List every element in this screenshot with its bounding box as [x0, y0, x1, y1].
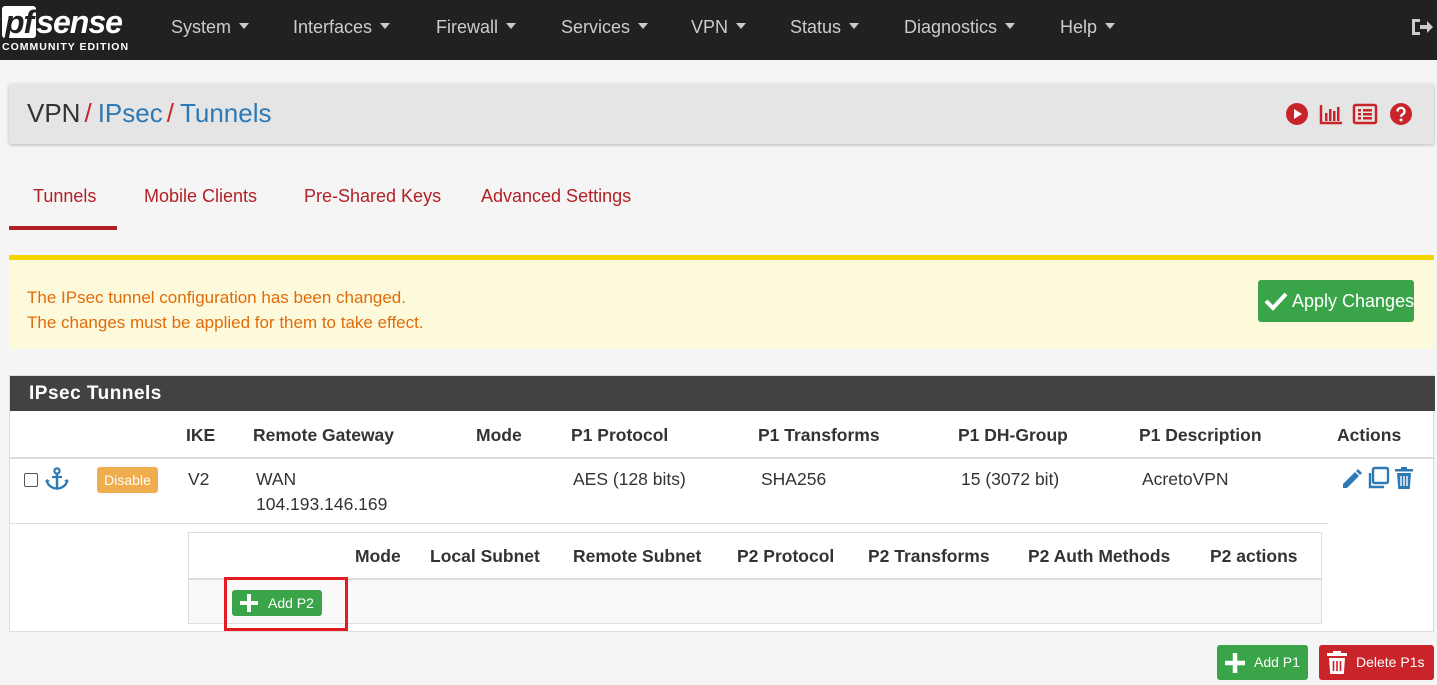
chevron-down-icon: [380, 23, 391, 30]
col-actions: Actions: [1337, 425, 1402, 445]
edition-label: COMMUNITY EDITION: [2, 41, 130, 53]
chevron-down-icon: [239, 23, 250, 30]
play-circle-icon[interactable]: [1284, 101, 1310, 127]
cell-p1-description: AcretoVPN: [1142, 469, 1229, 489]
tunnel-select-checkbox[interactable]: [24, 473, 38, 487]
p2-col-auth-methods: P2 Auth Methods: [1028, 546, 1171, 566]
nav-vpn[interactable]: VPN: [691, 0, 747, 60]
p2-col-transforms: P2 Transforms: [868, 546, 990, 566]
header-divider: [10, 457, 1435, 459]
cell-gateway-ip: 104.193.146.169: [256, 494, 388, 514]
logo-pf-text: pf: [2, 6, 37, 38]
disable-button[interactable]: Disable: [97, 467, 158, 493]
nav-status-label: Status: [790, 17, 842, 37]
chevron-down-icon: [638, 23, 649, 30]
p2-col-actions: P2 actions: [1210, 546, 1298, 566]
breadcrumb-tunnels-link[interactable]: Tunnels: [180, 98, 272, 128]
bar-chart-icon[interactable]: [1318, 101, 1344, 127]
pfsense-logo[interactable]: pfsense COMMUNITY EDITION: [2, 4, 137, 56]
col-ike: IKE: [186, 425, 216, 445]
nav-services-label: Services: [561, 17, 631, 37]
top-navbar: pfsense COMMUNITY EDITION System Interfa…: [0, 0, 1437, 60]
col-p1-dh-group: P1 DH-Group: [958, 425, 1068, 445]
breadcrumb-ipsec-link[interactable]: IPsec: [98, 98, 163, 128]
p2-row: [189, 580, 1321, 623]
nav-system-label: System: [171, 17, 232, 37]
nav-services[interactable]: Services: [561, 0, 649, 60]
breadcrumb-separator: /: [84, 98, 92, 128]
active-tab-indicator: [9, 226, 117, 230]
col-p1-transforms: P1 Transforms: [758, 425, 880, 445]
cell-ike: V2: [188, 469, 210, 489]
breadcrumb-vpn: VPN: [27, 98, 81, 128]
chevron-down-icon: [506, 23, 517, 30]
edit-pencil-icon[interactable]: [1339, 465, 1363, 491]
chevron-down-icon: [1005, 23, 1016, 30]
nav-vpn-label: VPN: [691, 17, 729, 37]
changes-alert: The IPsec tunnel configuration has been …: [9, 255, 1434, 349]
nav-diagnostics[interactable]: Diagnostics: [904, 0, 1016, 60]
logo-sense-text: sense: [36, 4, 123, 40]
cell-p1-transforms: SHA256: [761, 469, 827, 489]
nav-help[interactable]: Help: [1060, 0, 1116, 60]
chevron-down-icon: [736, 23, 747, 30]
delete-p1s-button[interactable]: Delete P1s: [1319, 645, 1434, 680]
nav-firewall-label: Firewall: [436, 17, 499, 37]
panel-heading: IPsec Tunnels: [10, 376, 1435, 411]
p2-col-protocol: P2 Protocol: [737, 546, 835, 566]
plus-icon: [1225, 653, 1245, 673]
apply-changes-button[interactable]: Apply Changes: [1258, 280, 1414, 322]
p2-col-remote-subnet: Remote Subnet: [573, 546, 702, 566]
check-icon: [1264, 292, 1288, 311]
breadcrumb-panel: VPN / IPsec / Tunnels: [9, 84, 1434, 144]
breadcrumb: VPN / IPsec / Tunnels: [27, 98, 272, 129]
ipsec-tunnels-panel: IPsec Tunnels IKE Remote Gateway Mode P1…: [9, 375, 1435, 632]
col-p1-protocol: P1 Protocol: [571, 425, 669, 445]
nav-system[interactable]: System: [171, 0, 250, 60]
row-divider: [10, 523, 1328, 524]
anchor-icon[interactable]: [44, 466, 70, 492]
breadcrumb-separator: /: [166, 98, 174, 128]
nav-status[interactable]: Status: [790, 0, 860, 60]
alert-line-2: The changes must be applied for them to …: [27, 313, 424, 332]
logout-icon[interactable]: [1409, 14, 1435, 40]
nav-interfaces[interactable]: Interfaces: [293, 0, 391, 60]
phase2-table: Mode Local Subnet Remote Subnet P2 Proto…: [188, 532, 1322, 631]
tab-pre-shared-keys[interactable]: Pre-Shared Keys: [304, 186, 441, 207]
delete-p1s-label: Delete P1s: [1356, 654, 1425, 670]
apply-changes-label: Apply Changes: [1292, 291, 1415, 311]
col-remote-gateway: Remote Gateway: [253, 425, 395, 445]
panel-title: IPsec Tunnels: [29, 383, 162, 404]
nav-interfaces-label: Interfaces: [293, 17, 373, 37]
nav-diagnostics-label: Diagnostics: [904, 17, 998, 37]
alert-line-1: The IPsec tunnel configuration has been …: [27, 288, 406, 307]
p2-col-mode: Mode: [355, 546, 401, 566]
tab-mobile-clients[interactable]: Mobile Clients: [144, 186, 257, 207]
add-p1-label: Add P1: [1254, 654, 1300, 670]
copy-icon[interactable]: [1366, 465, 1390, 491]
col-p1-description: P1 Description: [1139, 425, 1262, 445]
chevron-down-icon: [849, 23, 860, 30]
cell-p1-dh-group: 15 (3072 bit): [961, 469, 1060, 489]
col-mode: Mode: [476, 425, 522, 445]
nav-firewall[interactable]: Firewall: [436, 0, 517, 60]
add-p1-button[interactable]: Add P1: [1217, 645, 1308, 680]
chevron-down-icon: [1105, 23, 1116, 30]
cell-gateway-interface: WAN: [256, 469, 297, 489]
p2-col-local-subnet: Local Subnet: [430, 546, 540, 566]
trash-icon: [1327, 651, 1347, 674]
help-circle-icon[interactable]: [1388, 101, 1414, 127]
cell-p1-protocol: AES (128 bits): [573, 469, 686, 489]
list-alt-icon[interactable]: [1352, 101, 1378, 127]
tab-tunnels[interactable]: Tunnels: [33, 186, 96, 207]
trash-icon[interactable]: [1392, 465, 1416, 491]
highlight-annotation: [224, 577, 348, 631]
tab-advanced-settings[interactable]: Advanced Settings: [481, 186, 631, 207]
nav-help-label: Help: [1060, 17, 1098, 37]
